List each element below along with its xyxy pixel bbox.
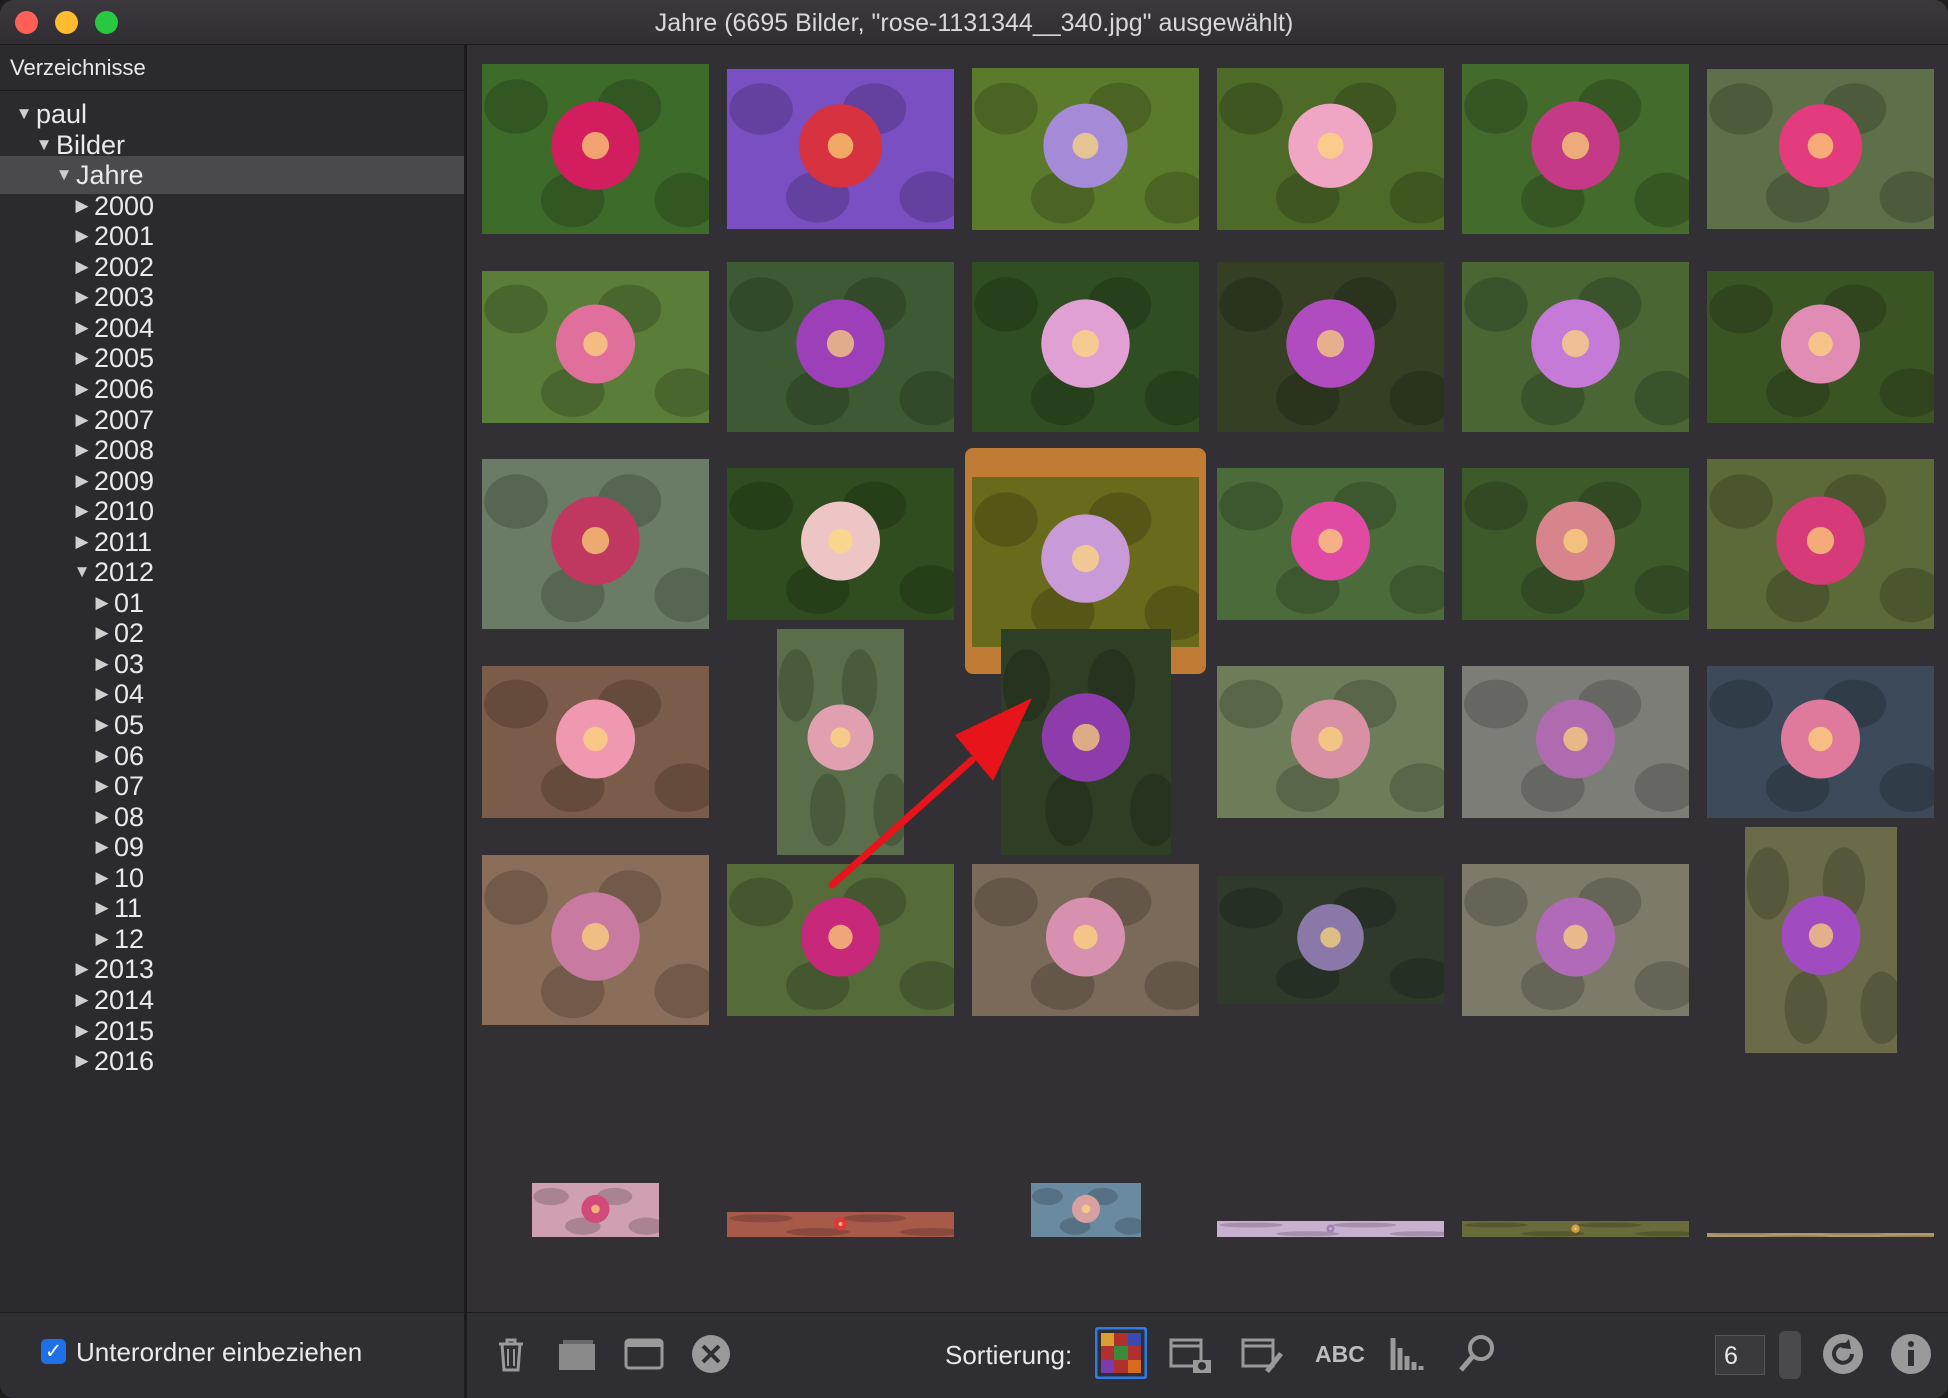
thumbnail[interactable]: [727, 69, 954, 229]
thumbnail[interactable]: [972, 864, 1199, 1016]
thumbnail[interactable]: [532, 1183, 659, 1237]
sidebar-item-label: 05: [114, 710, 145, 740]
sidebar-item-label: 2000: [94, 190, 155, 221]
app-window: Jahre (6695 Bilder, "rose-1131344__340.j…: [0, 0, 1948, 1398]
sidebar-item-label: 2009: [94, 465, 155, 496]
sidebar-item-label: 01: [114, 587, 145, 618]
search-icon[interactable]: [1453, 1330, 1501, 1378]
sidebar-item-label: 2008: [94, 435, 155, 466]
thumbnail[interactable]: [1462, 468, 1689, 620]
thumbnail[interactable]: [1462, 864, 1689, 1016]
thumbnail[interactable]: [1707, 1233, 1934, 1237]
thumbnail[interactable]: [1217, 262, 1444, 432]
columns-count-field[interactable]: 6: [1715, 1335, 1765, 1375]
sidebar-item-label: 2014: [94, 984, 155, 1015]
thumbnail[interactable]: [1217, 468, 1444, 620]
include-subfolders-label[interactable]: Unterordner einbeziehen: [76, 1337, 362, 1368]
thumbnail[interactable]: [777, 629, 904, 855]
sidebar-item-label: 2005: [94, 343, 155, 374]
calendar-edit-icon[interactable]: [1239, 1330, 1287, 1378]
sidebar-item-label: 2006: [94, 373, 155, 404]
thumbnail[interactable]: [1217, 666, 1444, 818]
color-grid-icon[interactable]: [1095, 1327, 1147, 1379]
title-bar: Jahre (6695 Bilder, "rose-1131344__340.j…: [0, 0, 1948, 45]
sidebar-item-label: 2001: [94, 221, 155, 252]
sidebar-item-label: 2002: [94, 251, 155, 282]
sidebar-item-label: 2016: [94, 1046, 155, 1077]
info-icon[interactable]: [1887, 1330, 1935, 1378]
sidebar-item-label: Jahre: [76, 160, 144, 191]
sidebar-item-label: 2010: [94, 496, 155, 527]
sidebar-item-label: 2004: [94, 312, 155, 343]
thumbnail[interactable]: [727, 864, 954, 1016]
thumbnail[interactable]: [482, 666, 709, 818]
refresh-icon[interactable]: [1819, 1330, 1867, 1378]
thumbnail[interactable]: [482, 64, 709, 234]
folder-icon[interactable]: [553, 1330, 601, 1378]
sidebar-item-label: 04: [114, 679, 145, 710]
thumbnail-selected[interactable]: [972, 477, 1199, 647]
thumbnail[interactable]: [727, 1212, 954, 1237]
sidebar-item-label: 2012: [94, 557, 155, 588]
thumbnail[interactable]: [482, 459, 709, 629]
thumbnail[interactable]: [1462, 666, 1689, 818]
thumbnail[interactable]: [1462, 262, 1689, 432]
columns-stepper[interactable]: [1779, 1331, 1801, 1379]
sidebar-item-label: 09: [114, 832, 145, 863]
thumbnail[interactable]: [1707, 459, 1934, 629]
thumbnail[interactable]: [1462, 64, 1689, 234]
histogram-icon[interactable]: [1385, 1330, 1433, 1378]
sidebar-item-label: 2003: [94, 282, 155, 313]
sidebar-item-label: Bilder: [56, 129, 126, 160]
sidebar-item-2016[interactable]: ▶ 2016: [0, 1042, 464, 1080]
sidebar-item-label: 2013: [94, 954, 155, 985]
sidebar-item-label: 02: [114, 618, 145, 649]
sidebar-item-label: 03: [114, 648, 145, 679]
disclosure-collapsed-icon[interactable]: ▶: [72, 1042, 92, 1080]
window-title: Jahre (6695 Bilder, "rose-1131344__340.j…: [654, 9, 1294, 37]
thumbnail-grid[interactable]: [467, 45, 1948, 1312]
close-circle-icon[interactable]: [687, 1330, 735, 1378]
thumbnail[interactable]: [1030, 1183, 1141, 1237]
thumbnail[interactable]: [1217, 876, 1444, 1004]
thumbnail[interactable]: [1707, 666, 1934, 818]
sidebar-footer: ✓ Unterordner einbeziehen: [0, 1312, 467, 1398]
thumbnail[interactable]: [482, 855, 709, 1025]
abc-sort-icon[interactable]: ABC: [1315, 1341, 1365, 1368]
thumbnail[interactable]: [1000, 629, 1171, 855]
thumbnail[interactable]: [1462, 1221, 1689, 1237]
sort-label: Sortierung:: [945, 1340, 1073, 1370]
calendar-camera-icon[interactable]: [1167, 1330, 1215, 1378]
bottom-toolbar: Sortierung: ABC 6: [467, 1312, 1948, 1398]
sidebar: Verzeichnisse ▼ paul ▼ Bilder ▼ Jahre ▶ 2000 ▶ 20…: [0, 45, 467, 1312]
sidebar-item-label: 12: [114, 923, 145, 954]
thumbnail[interactable]: [1744, 827, 1897, 1053]
thumbnail[interactable]: [1217, 68, 1444, 230]
sidebar-item-label: 11: [114, 893, 143, 924]
sidebar-item-label: 06: [114, 740, 145, 771]
window-icon[interactable]: [620, 1330, 668, 1378]
thumbnail[interactable]: [482, 271, 709, 423]
thumbnail[interactable]: [1217, 1221, 1444, 1237]
thumbnail[interactable]: [972, 262, 1199, 432]
thumbnail[interactable]: [1707, 271, 1934, 423]
sidebar-item-label: 10: [114, 862, 145, 893]
sidebar-header: Verzeichnisse: [0, 45, 464, 91]
sidebar-item-label: 07: [114, 771, 145, 802]
thumbnail[interactable]: [1707, 69, 1934, 229]
trash-icon[interactable]: [487, 1330, 535, 1378]
include-subfolders-checkbox[interactable]: ✓: [41, 1339, 66, 1364]
sidebar-item-label: 2007: [94, 404, 155, 435]
sidebar-item-label: 2011: [94, 526, 153, 557]
thumbnail[interactable]: [727, 262, 954, 432]
thumbnail[interactable]: [972, 68, 1199, 230]
thumbnail[interactable]: [727, 468, 954, 620]
sidebar-item-label: 08: [114, 801, 145, 832]
sidebar-item-label: paul: [36, 99, 88, 129]
sidebar-item-label: 2015: [94, 1015, 155, 1046]
